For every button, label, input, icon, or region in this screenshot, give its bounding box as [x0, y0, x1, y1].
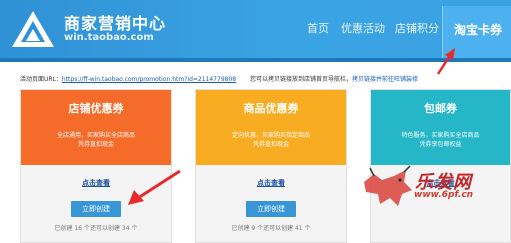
card-title: 包邮券 [424, 102, 457, 115]
brand-title: 商家营销中心 [64, 14, 167, 33]
card-stats: 已创建 16 个还可以创建 34 个 [54, 225, 138, 232]
card-stats: 已创建 9 个还可以创建 41 个 [231, 225, 311, 232]
store-coupon-card-header: 店铺优惠券 全店通用，买家购买全店商品 凭券直扣现金 [21, 90, 171, 165]
item-coupon-card-header: 商品优惠券 定向优惠，买家购买指定商品 凭券直扣现金 [196, 90, 346, 165]
bull-watermark-logo-icon [364, 165, 412, 206]
url-prefix: 活动页面URL： [20, 76, 62, 83]
card-description: 全店通用，买家购买全店商品 凭券直扣现金 [56, 132, 135, 148]
nav-promotions[interactable]: 优惠活动 [341, 20, 385, 36]
url-hint: 您可以拷贝链接放到店铺首页导航栏， [250, 76, 353, 83]
free-shipping-card-header: 包邮券 特色服务，买家购买全店商品 凭券享包邮权益 [371, 90, 510, 165]
create-item-coupon-button[interactable]: 立即创建 [246, 201, 296, 217]
triangle-logo-icon [12, 11, 54, 47]
activity-url-link[interactable]: https://ff-win.taobao.com/promotion.htm?… [62, 76, 236, 83]
card-description: 定向优惠，买家购买指定商品 凭券直扣现金 [231, 132, 310, 148]
card-description: 特色服务，买家购买全店商品 凭券享包邮权益 [401, 132, 480, 148]
activity-url-row: 活动页面URL：https://ff-win.taobao.com/promot… [20, 74, 418, 83]
red-arrow-up-icon [436, 48, 455, 75]
brand-subtitle: win.taobao.com [64, 32, 154, 43]
card-title: 商品优惠券 [243, 102, 299, 115]
store-coupon-card: 店铺优惠券 全店通用，买家购买全店商品 凭券直扣现金 点击查看 立即创建 已创建… [20, 89, 172, 243]
create-store-coupon-button[interactable]: 立即创建 [71, 201, 121, 217]
watermark-site-url: www.6pf.cn [414, 190, 474, 200]
nav-home[interactable]: 首页 [307, 20, 329, 36]
nav-store-points[interactable]: 店铺积分 [395, 20, 439, 36]
nav-taobao-coupons-label: 淘宝卡券 [454, 23, 503, 37]
view-link[interactable]: 点击查看 [196, 178, 346, 188]
item-coupon-card: 商品优惠券 定向优惠，买家购买指定商品 凭券直扣现金 点击查看 立即创建 已创建… [195, 89, 347, 243]
copy-link-action[interactable]: 拷贝链接并前往旺铺装修 [352, 76, 418, 83]
card-title: 店铺优惠券 [68, 102, 124, 115]
red-arrow-pointer-icon [128, 169, 181, 205]
